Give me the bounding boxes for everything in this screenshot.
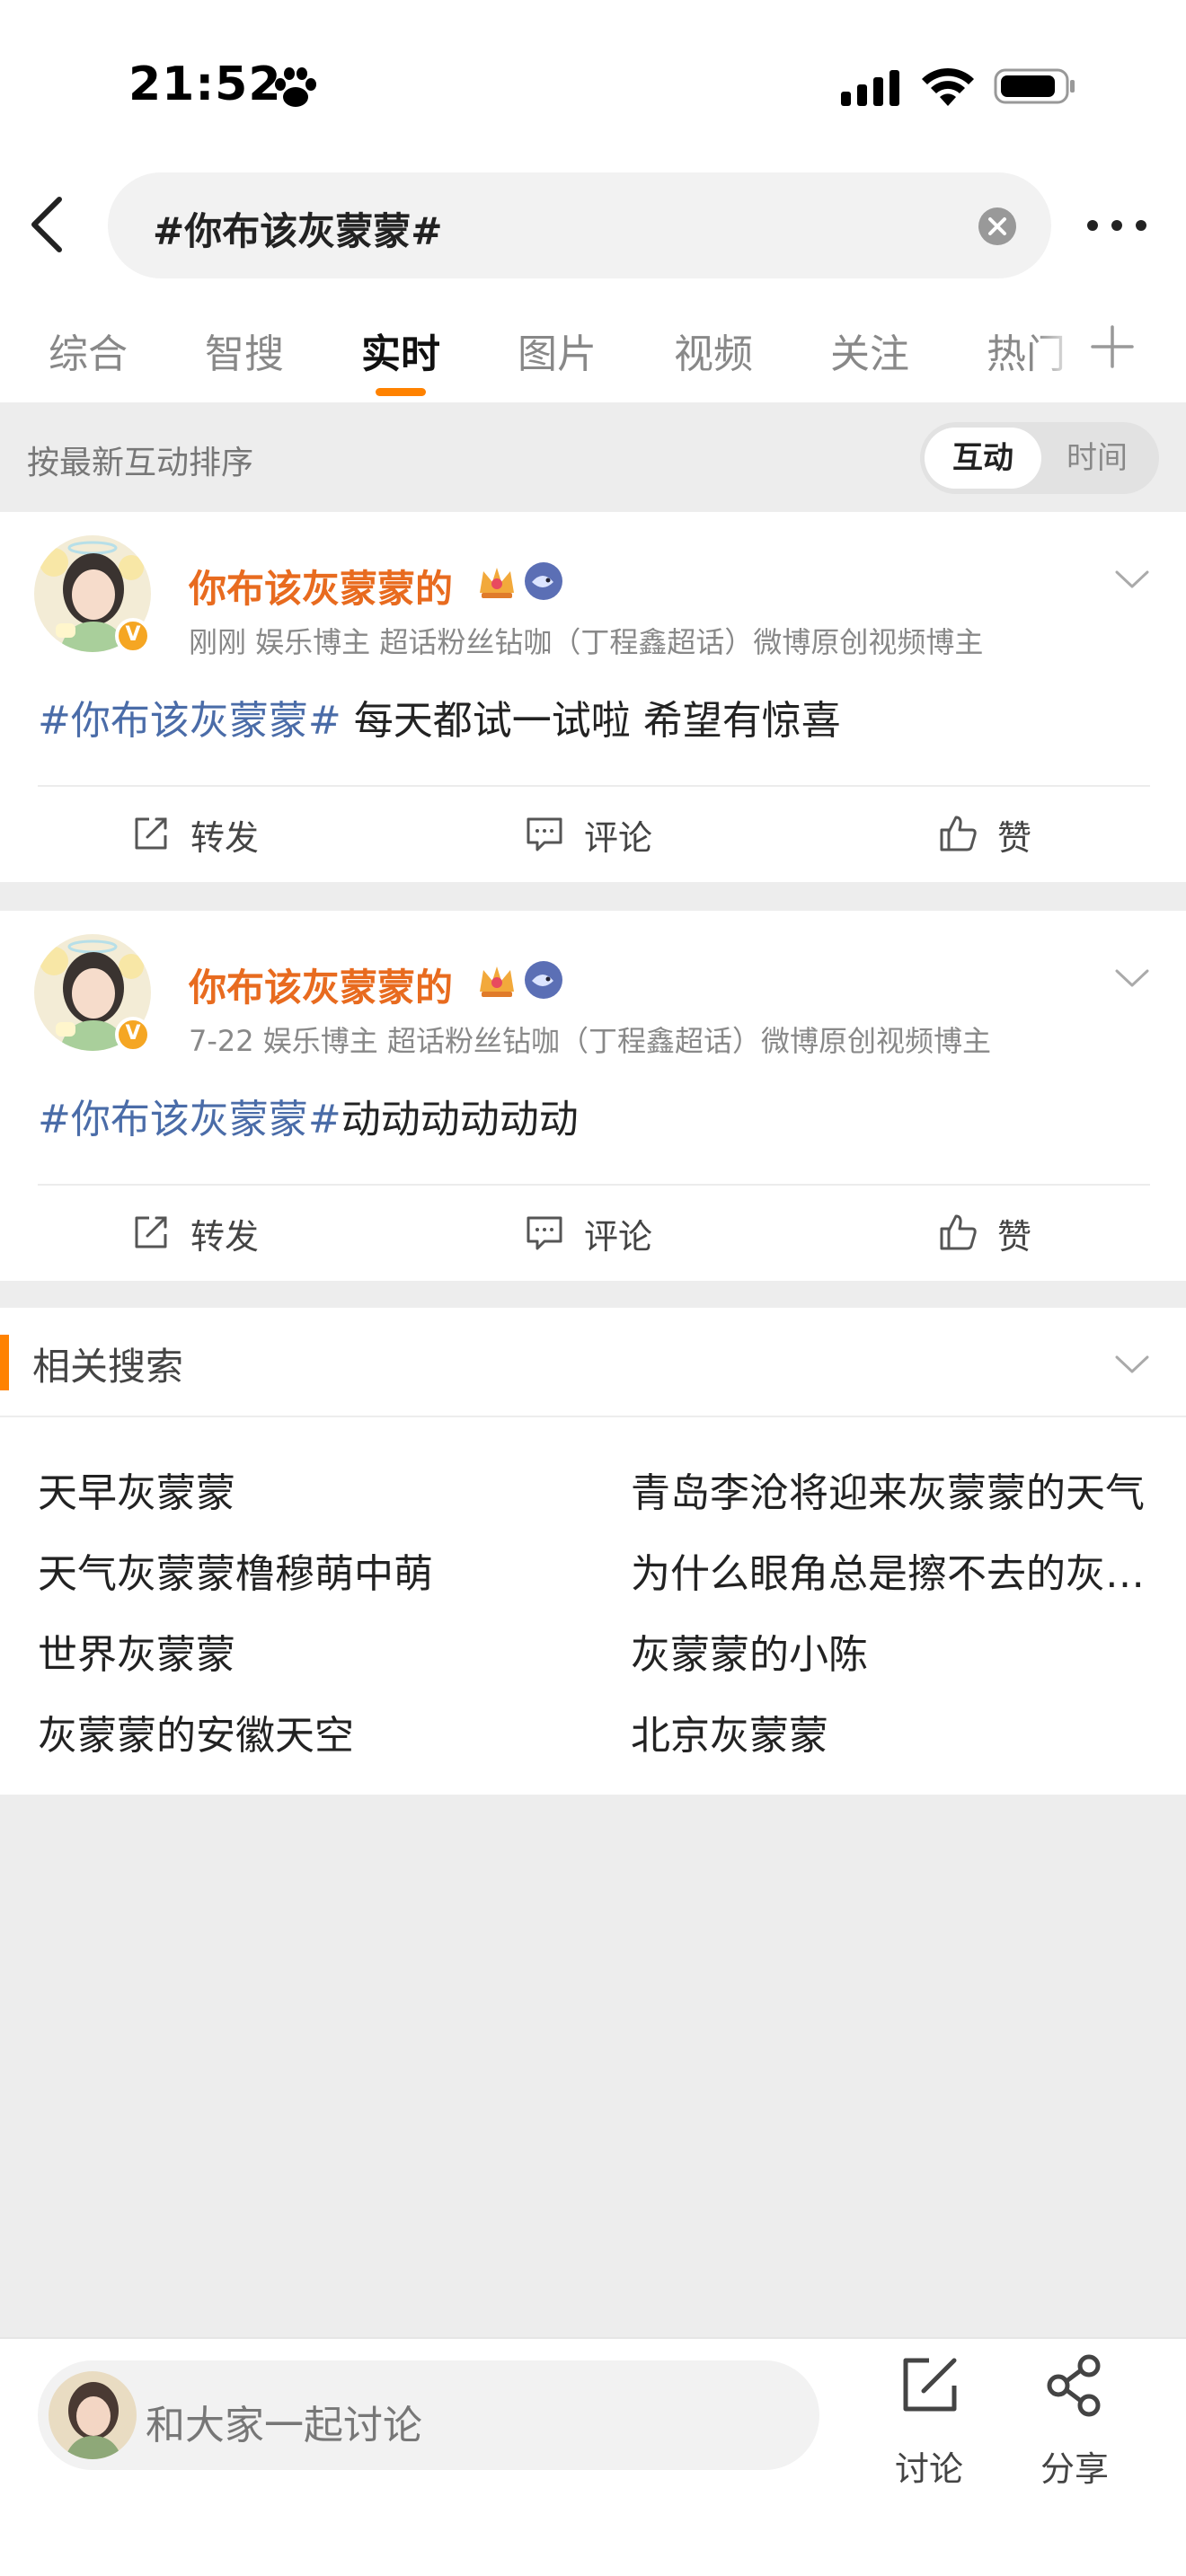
more-icon[interactable] (1085, 214, 1148, 237)
discuss-icon (903, 2358, 957, 2412)
comment-input[interactable]: 和大家一起讨论 (38, 2360, 819, 2470)
sort-bar: 按最新互动排序 互动 时间 (0, 402, 1186, 512)
tab-images[interactable]: 图片 (518, 322, 597, 379)
author-name[interactable]: 你布该灰蒙蒙的 (189, 957, 453, 1012)
crown-icon (480, 966, 514, 997)
share-button[interactable]: 分享 (1021, 2353, 1128, 2506)
tab-bar: 综合 智搜 实时 图片 视频 关注 热门 (0, 314, 1186, 402)
bottom-bar: 和大家一起讨论 讨论 分享 (0, 2337, 1186, 2576)
divider (0, 1416, 1186, 1417)
signal-icon (841, 70, 899, 106)
sort-toggle[interactable]: 互动 时间 (920, 422, 1159, 494)
repost-label: 转发 (190, 818, 260, 858)
plus-icon[interactable] (1089, 323, 1136, 370)
like-label: 赞 (997, 1217, 1032, 1257)
share-icon (1047, 2354, 1101, 2417)
fish-icon (525, 562, 562, 600)
repost-icon (135, 817, 167, 850)
paw-icon (275, 67, 316, 107)
back-icon[interactable] (23, 192, 72, 257)
related-item[interactable]: 天气灰蒙蒙橹穆萌中萌 (38, 1541, 577, 1599)
verified-badge: V (115, 1017, 151, 1053)
tab-comprehensive[interactable]: 综合 (49, 322, 128, 379)
related-item[interactable]: 北京灰蒙蒙 (631, 1703, 1152, 1760)
battery-icon (994, 68, 1075, 104)
share-label: 分享 (1040, 2449, 1109, 2489)
wifi-icon (922, 67, 974, 106)
comment-placeholder: 和大家一起讨论 (146, 2403, 422, 2448)
repost-label: 转发 (190, 1217, 260, 1257)
avatar (49, 2371, 137, 2459)
post-content: 动动动动动动 (341, 1097, 579, 1142)
comment-icon (527, 1216, 562, 1250)
related-item[interactable]: 青岛李沧将迎来灰蒙蒙的天气 (631, 1460, 1152, 1518)
post-card[interactable]: V 你布该灰蒙蒙的 刚刚 娱乐博主 超话粉丝钻咖（丁程鑫超话）微博原创视频博主 … (0, 512, 1186, 882)
like-icon (940, 816, 977, 851)
clear-icon[interactable] (978, 207, 1017, 246)
crown-icon (480, 568, 514, 598)
comment-icon (527, 817, 562, 851)
status-bar: 21:52 (0, 0, 1186, 162)
post-hashtag[interactable]: #你布该灰蒙蒙# (38, 698, 341, 744)
discuss-label: 讨论 (894, 2449, 963, 2489)
comment-label: 评论 (584, 818, 653, 858)
divider (38, 1184, 1150, 1186)
post-text: #你布该灰蒙蒙# 每天都试一试啦 希望有惊喜 (38, 688, 841, 745)
related-title: 相关搜索 (32, 1345, 184, 1389)
divider (38, 785, 1150, 787)
repost-icon (135, 1216, 167, 1248)
related-item[interactable]: 灰蒙蒙的小陈 (631, 1622, 1152, 1680)
section-marker (0, 1335, 9, 1390)
post-meta: 刚刚 娱乐博主 超话粉丝钻咖（丁程鑫超话）微博原创视频博主 (189, 625, 984, 659)
like-label: 赞 (997, 818, 1032, 858)
post-hashtag[interactable]: #你布该灰蒙蒙# (38, 1097, 341, 1142)
post-text: #你布该灰蒙蒙#动动动动动动 (38, 1087, 579, 1144)
comment-label: 评论 (584, 1217, 653, 1257)
tab-fade (1033, 314, 1078, 402)
related-item[interactable]: 灰蒙蒙的安徽天空 (38, 1703, 577, 1760)
sort-option-interaction[interactable]: 互动 (925, 428, 1041, 489)
discuss-button[interactable]: 讨论 (875, 2353, 983, 2506)
fish-icon (525, 961, 562, 999)
tab-following[interactable]: 关注 (830, 322, 909, 379)
tab-smart-search[interactable]: 智搜 (205, 322, 284, 379)
like-icon (940, 1214, 977, 1250)
search-input[interactable]: #你布该灰蒙蒙# (108, 172, 1051, 278)
verified-badge: V (115, 618, 151, 654)
post-card[interactable]: V 你布该灰蒙蒙的 7-22 娱乐博主 超话粉丝钻咖（丁程鑫超话）微博原创视频博… (0, 911, 1186, 1281)
chevron-down-icon[interactable] (1114, 568, 1150, 591)
search-query: #你布该灰蒙蒙# (153, 209, 443, 253)
related-searches: 相关搜索 天早灰蒙蒙 青岛李沧将迎来灰蒙蒙的天气 天气灰蒙蒙橹穆萌中萌 为什么眼… (0, 1308, 1186, 1795)
related-item[interactable]: 世界灰蒙蒙 (38, 1622, 577, 1680)
status-time: 21:52 (128, 57, 282, 111)
tab-realtime[interactable]: 实时 (361, 322, 440, 379)
sort-label: 按最新互动排序 (27, 445, 254, 481)
sort-option-time[interactable]: 时间 (1039, 428, 1155, 489)
active-tab-indicator (376, 388, 426, 396)
chevron-down-icon[interactable] (1114, 966, 1150, 990)
related-item[interactable]: 天早灰蒙蒙 (38, 1460, 577, 1518)
post-meta: 7-22 娱乐博主 超话粉丝钻咖（丁程鑫超话）微博原创视频博主 (189, 1024, 991, 1058)
author-name[interactable]: 你布该灰蒙蒙的 (189, 559, 453, 613)
related-item[interactable]: 为什么眼角总是擦不去的灰蒙蒙 (631, 1541, 1152, 1599)
post-content: 每天都试一试啦 希望有惊喜 (341, 698, 841, 744)
chevron-down-icon[interactable] (1114, 1353, 1150, 1376)
tab-video[interactable]: 视频 (674, 322, 753, 379)
